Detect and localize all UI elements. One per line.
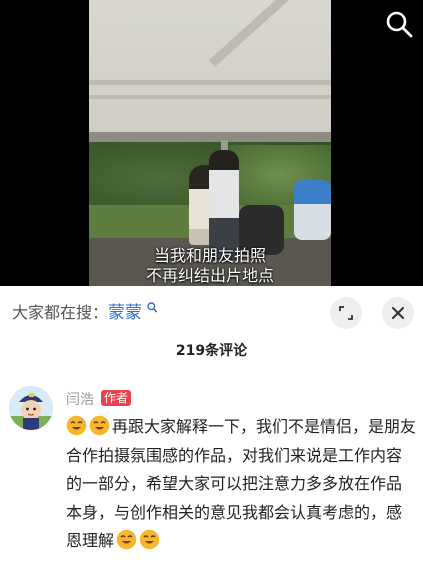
close-button[interactable] xyxy=(382,297,414,329)
author-name[interactable]: 闫浩 xyxy=(66,389,94,409)
video-frame xyxy=(89,0,331,286)
sweat-smile-emoji-icon xyxy=(116,529,137,550)
search-icon[interactable] xyxy=(384,9,414,39)
trending-label: 大家都在搜： xyxy=(12,303,109,322)
trending-search[interactable]: 大家都在搜：蒙蒙 xyxy=(12,302,157,324)
text-fade-overlay xyxy=(300,548,423,577)
canopy-beam xyxy=(89,95,331,99)
scooter xyxy=(294,180,331,240)
comment-sheet: 大家都在搜：蒙蒙 219条评论 闫浩 作者 再跟大家解释一下，我们不是情侣，是朋… xyxy=(0,286,423,577)
sweat-smile-emoji-icon xyxy=(89,415,110,436)
expand-icon xyxy=(339,306,353,320)
author-badge: 作者 xyxy=(101,390,132,406)
sweat-smile-emoji-icon xyxy=(66,415,87,436)
close-icon xyxy=(392,307,404,319)
video-player[interactable]: 当我和朋友拍照 不再纠结出片地点 xyxy=(0,0,423,286)
sweat-smile-emoji-icon xyxy=(139,529,160,550)
canopy-beam xyxy=(209,0,331,67)
video-caption-line2: 不再纠结出片地点 xyxy=(145,266,274,285)
trending-term[interactable]: 蒙蒙 xyxy=(108,303,142,323)
search-icon xyxy=(143,302,157,316)
person-boy xyxy=(209,150,239,260)
video-caption-line1: 当我和朋友拍照 xyxy=(153,246,266,265)
avatar[interactable] xyxy=(9,386,53,430)
canopy-beam xyxy=(89,80,331,85)
comment-text: 再跟大家解释一下，我们不是情侣，是朋友合作拍摄氛围感的作品，对我们来说是工作内容… xyxy=(66,413,416,556)
expand-button[interactable] xyxy=(330,297,362,329)
comment-count: 219条评论 xyxy=(175,343,248,359)
